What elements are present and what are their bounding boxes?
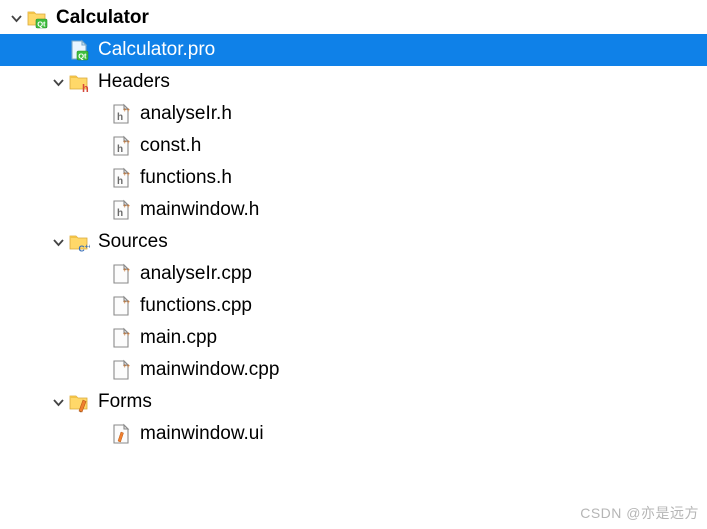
tree-item-sources-folder[interactable]: Sources (0, 226, 707, 258)
tree-item-label: const.h (138, 135, 201, 157)
chevron-down-icon[interactable] (50, 77, 66, 88)
chevron-down-icon[interactable] (50, 397, 66, 408)
ui-file-icon (110, 423, 132, 445)
cpp-file-icon (110, 263, 132, 285)
tree-item-label: functions.h (138, 167, 232, 189)
watermark-text: CSDN @亦是远方 (580, 503, 699, 523)
tree-item-label: mainwindow.cpp (138, 359, 279, 381)
header-folder-icon (68, 71, 90, 93)
tree-item-label: Calculator (54, 7, 149, 29)
h-file-icon (110, 199, 132, 221)
tree-item-source-file[interactable]: mainwindow.cpp (0, 354, 707, 386)
tree-item-label: Calculator.pro (96, 39, 215, 61)
tree-item-label: analyseIr.cpp (138, 263, 252, 285)
tree-item-source-file[interactable]: analyseIr.cpp (0, 258, 707, 290)
h-file-icon (110, 167, 132, 189)
chevron-down-icon[interactable] (8, 13, 24, 24)
cpp-file-icon (110, 359, 132, 381)
tree-item-label: mainwindow.h (138, 199, 259, 221)
tree-item-header-file[interactable]: functions.h (0, 162, 707, 194)
tree-item-source-file[interactable]: functions.cpp (0, 290, 707, 322)
tree-item-label: functions.cpp (138, 295, 252, 317)
tree-item-label: Forms (96, 391, 152, 413)
tree-item-label: Sources (96, 231, 168, 253)
tree-item-pro-file[interactable]: Calculator.pro (0, 34, 707, 66)
cpp-file-icon (110, 295, 132, 317)
tree-item-form-file[interactable]: mainwindow.ui (0, 418, 707, 450)
cpp-file-icon (110, 327, 132, 349)
tree-item-headers-folder[interactable]: Headers (0, 66, 707, 98)
tree-item-forms-folder[interactable]: Forms (0, 386, 707, 418)
tree-item-header-file[interactable]: const.h (0, 130, 707, 162)
qt-pro-file-icon (68, 39, 90, 61)
project-tree[interactable]: Calculator Calculator.pro Headers analys… (0, 0, 707, 450)
tree-item-header-file[interactable]: analyseIr.h (0, 98, 707, 130)
tree-item-label: main.cpp (138, 327, 217, 349)
form-folder-icon (68, 391, 90, 413)
tree-item-label: mainwindow.ui (138, 423, 264, 445)
qt-project-folder-icon (26, 7, 48, 29)
chevron-down-icon[interactable] (50, 237, 66, 248)
tree-item-header-file[interactable]: mainwindow.h (0, 194, 707, 226)
tree-item-label: Headers (96, 71, 170, 93)
h-file-icon (110, 135, 132, 157)
tree-item-label: analyseIr.h (138, 103, 232, 125)
h-file-icon (110, 103, 132, 125)
tree-item-project-root[interactable]: Calculator (0, 2, 707, 34)
tree-item-source-file[interactable]: main.cpp (0, 322, 707, 354)
cpp-folder-icon (68, 231, 90, 253)
